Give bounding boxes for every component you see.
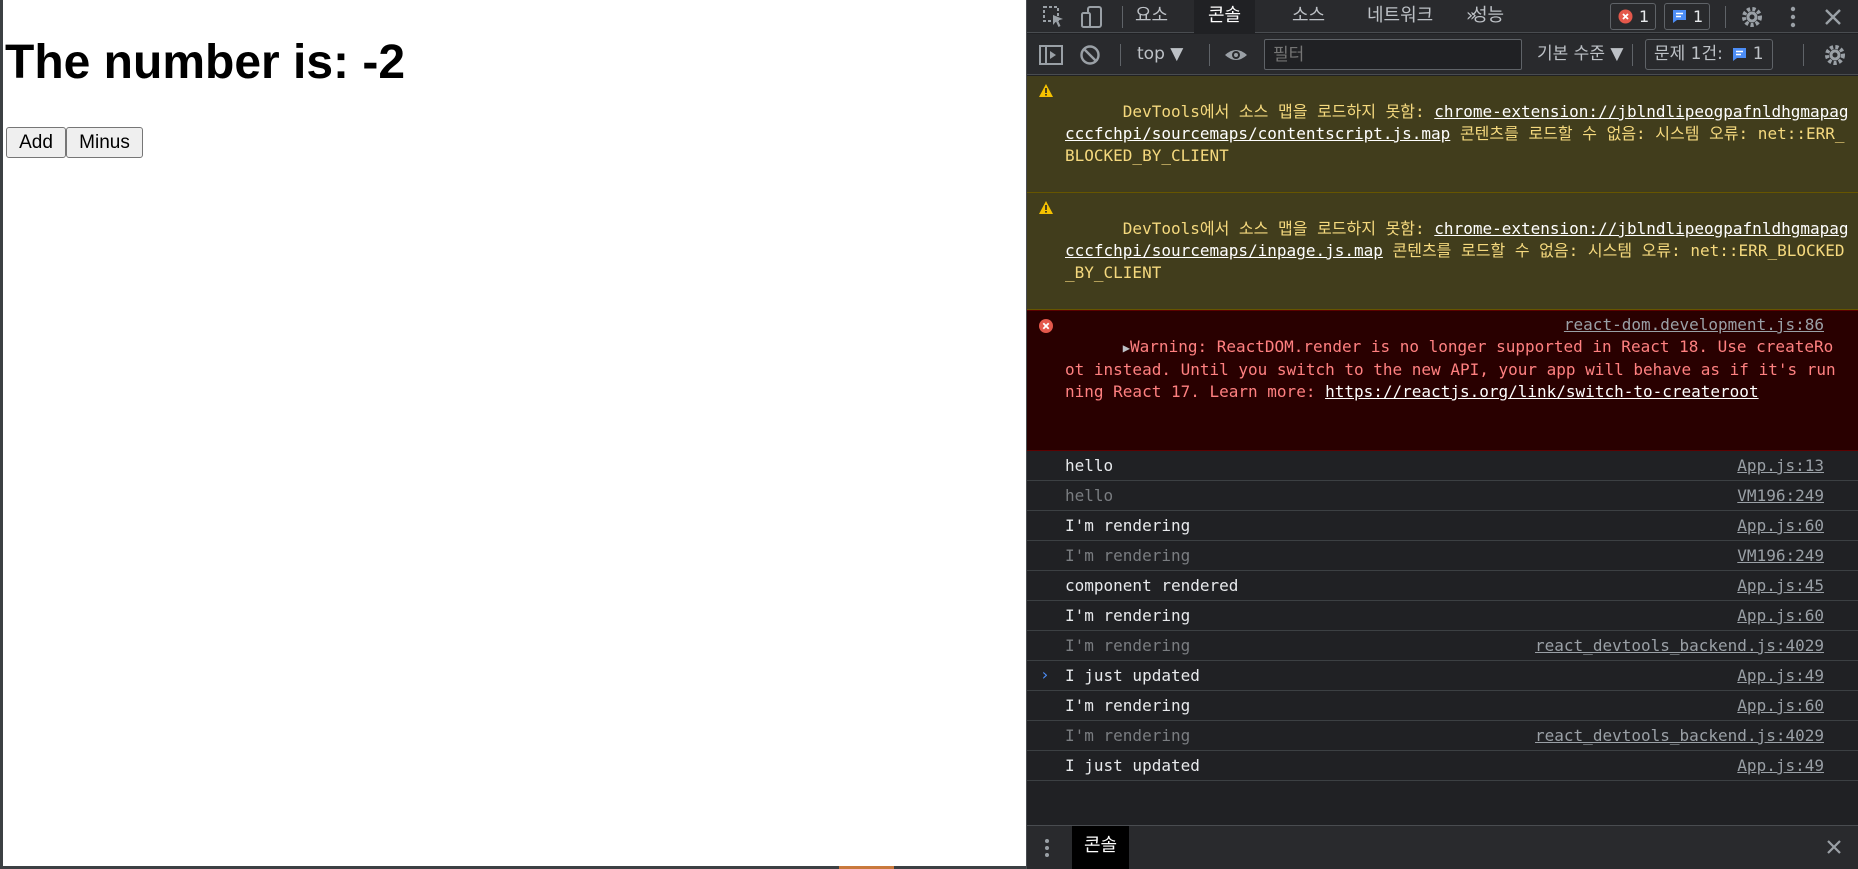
- devtools-panel: 요소 콘솔 소스 네트워크 성능 » 1 1 top ▼ 필터 기본 수준 ▼ …: [1026, 0, 1858, 869]
- tabbar-separator: [1725, 6, 1726, 28]
- tab-0[interactable]: 요소: [1121, 0, 1182, 33]
- warning-text: DevTools에서 소스 맵을 로드하지 못함:: [1122, 219, 1435, 238]
- more-tabs-button[interactable]: »: [1452, 0, 1491, 33]
- console-log-row: I'm rendering react_devtools_backend.js:4…: [1027, 721, 1858, 751]
- context-selector[interactable]: top ▼: [1137, 41, 1183, 68]
- console-settings-gear-icon[interactable]: [1822, 42, 1848, 68]
- log-text: I just updated: [1065, 666, 1200, 685]
- console-warning: DevTools에서 소스 맵을 로드하지 못함: chrome-extensi…: [1027, 193, 1858, 310]
- log-source-link[interactable]: App.js:45: [1737, 574, 1824, 598]
- console-log-row: hello App.js:13: [1027, 451, 1858, 481]
- console-warning: DevTools에서 소스 맵을 로드하지 못함: chrome-extensi…: [1027, 76, 1858, 193]
- console-toolbar: top ▼ 기본 수준 ▼ 문제 1건: 1: [1027, 34, 1858, 75]
- issues-count: 1: [1752, 44, 1764, 64]
- tab-3[interactable]: 네트워크: [1353, 0, 1447, 33]
- drawer-menu-icon[interactable]: [1041, 836, 1053, 860]
- log-text: component rendered: [1065, 576, 1239, 595]
- log-text: I'm rendering: [1065, 606, 1191, 625]
- log-text: hello: [1065, 456, 1114, 475]
- log-source-link[interactable]: App.js:49: [1737, 754, 1824, 778]
- inspect-element-icon[interactable]: [1041, 4, 1067, 30]
- console-error: ▶Warning: ReactDOM.render is no longer s…: [1027, 310, 1858, 451]
- log-source-link[interactable]: react_devtools_backend.js:4029: [1535, 724, 1824, 748]
- error-count: 1: [1639, 7, 1650, 26]
- log-text: I'm rendering: [1065, 636, 1191, 655]
- toolbar-separator: [1120, 44, 1121, 66]
- log-text: I'm rendering: [1065, 516, 1191, 535]
- error-icon: [1618, 9, 1633, 24]
- device-toolbar-icon[interactable]: [1079, 4, 1105, 30]
- message-count: 1: [1693, 7, 1704, 26]
- console-prompt[interactable]: ›: [1040, 665, 1050, 684]
- filter-input[interactable]: [1264, 39, 1522, 70]
- createroot-link[interactable]: https://reactjs.org/link/switch-to-creat…: [1325, 382, 1758, 401]
- error-count-badge[interactable]: 1: [1610, 3, 1657, 30]
- sidebar-toggle-icon[interactable]: [1038, 42, 1064, 68]
- error-source-link[interactable]: react-dom.development.js:86: [1557, 314, 1824, 336]
- minus-button[interactable]: Minus: [66, 127, 143, 158]
- toolbar-separator: [1209, 44, 1210, 66]
- console-log-row: hello VM196:249: [1027, 481, 1858, 511]
- drawer-bar: 콘솔: [1027, 825, 1858, 869]
- error-icon: [1039, 319, 1053, 333]
- warning-text: DevTools에서 소스 맵을 로드하지 못함:: [1122, 102, 1435, 121]
- tab-2[interactable]: 소스: [1278, 0, 1339, 33]
- log-text: I'm rendering: [1065, 726, 1191, 745]
- log-levels-dropdown[interactable]: 기본 수준 ▼: [1537, 41, 1623, 68]
- settings-gear-icon[interactable]: [1739, 4, 1765, 30]
- expand-triangle-icon[interactable]: ▶: [1123, 341, 1130, 355]
- log-source-link[interactable]: VM196:249: [1737, 544, 1824, 568]
- console-log-row: I'm rendering react_devtools_backend.js:4…: [1027, 631, 1858, 661]
- close-devtools-icon[interactable]: [1820, 4, 1846, 30]
- log-text: I'm rendering: [1065, 696, 1191, 715]
- log-source-link[interactable]: App.js:60: [1737, 514, 1824, 538]
- console-messages: DevTools에서 소스 맵을 로드하지 못함: chrome-extensi…: [1027, 76, 1858, 781]
- log-text: I just updated: [1065, 756, 1200, 775]
- add-button[interactable]: Add: [6, 127, 66, 158]
- console-log-row: I'm rendering VM196:249: [1027, 541, 1858, 571]
- warning-icon: [1039, 84, 1053, 97]
- log-source-link[interactable]: react_devtools_backend.js:4029: [1535, 634, 1824, 658]
- log-source-link[interactable]: App.js:60: [1737, 694, 1824, 718]
- message-count-badge[interactable]: 1: [1664, 3, 1711, 30]
- close-drawer-icon[interactable]: [1823, 836, 1845, 858]
- drawer-tab-console[interactable]: 콘솔: [1072, 826, 1130, 869]
- issues-button[interactable]: 문제 1건: 1: [1645, 39, 1773, 70]
- tab-1[interactable]: 콘솔: [1194, 0, 1256, 33]
- log-text: I'm rendering: [1065, 546, 1191, 565]
- console-log-row: I'm rendering App.js:60: [1027, 601, 1858, 631]
- more-options-icon[interactable]: [1780, 4, 1806, 30]
- issues-label: 문제 1건:: [1654, 44, 1723, 64]
- log-source-link[interactable]: App.js:60: [1737, 604, 1824, 628]
- log-text: hello: [1065, 486, 1114, 505]
- clear-console-icon[interactable]: [1077, 42, 1103, 68]
- warning-icon: [1039, 201, 1053, 214]
- console-log-row: I just updated App.js:49: [1027, 661, 1858, 691]
- live-expression-eye-icon[interactable]: [1223, 42, 1249, 68]
- number-heading: The number is: -2: [5, 36, 406, 89]
- toolbar-separator: [1632, 44, 1633, 66]
- log-source-link[interactable]: VM196:249: [1737, 484, 1824, 508]
- console-log-row: component rendered App.js:45: [1027, 571, 1858, 601]
- log-source-link[interactable]: App.js:49: [1737, 664, 1824, 688]
- message-icon: [1673, 10, 1686, 23]
- console-log-row: I just updated App.js:49: [1027, 751, 1858, 781]
- log-source-link[interactable]: App.js:13: [1737, 454, 1824, 478]
- console-log-row: I'm rendering App.js:60: [1027, 511, 1858, 541]
- devtools-tabbar: 요소 콘솔 소스 네트워크 성능 » 1 1: [1027, 0, 1858, 33]
- issue-message-icon: [1733, 47, 1747, 61]
- toolbar-separator: [1803, 44, 1804, 66]
- web-page: The number is: -2 Add Minus: [0, 0, 1029, 869]
- console-log-row: I'm rendering App.js:60: [1027, 691, 1858, 721]
